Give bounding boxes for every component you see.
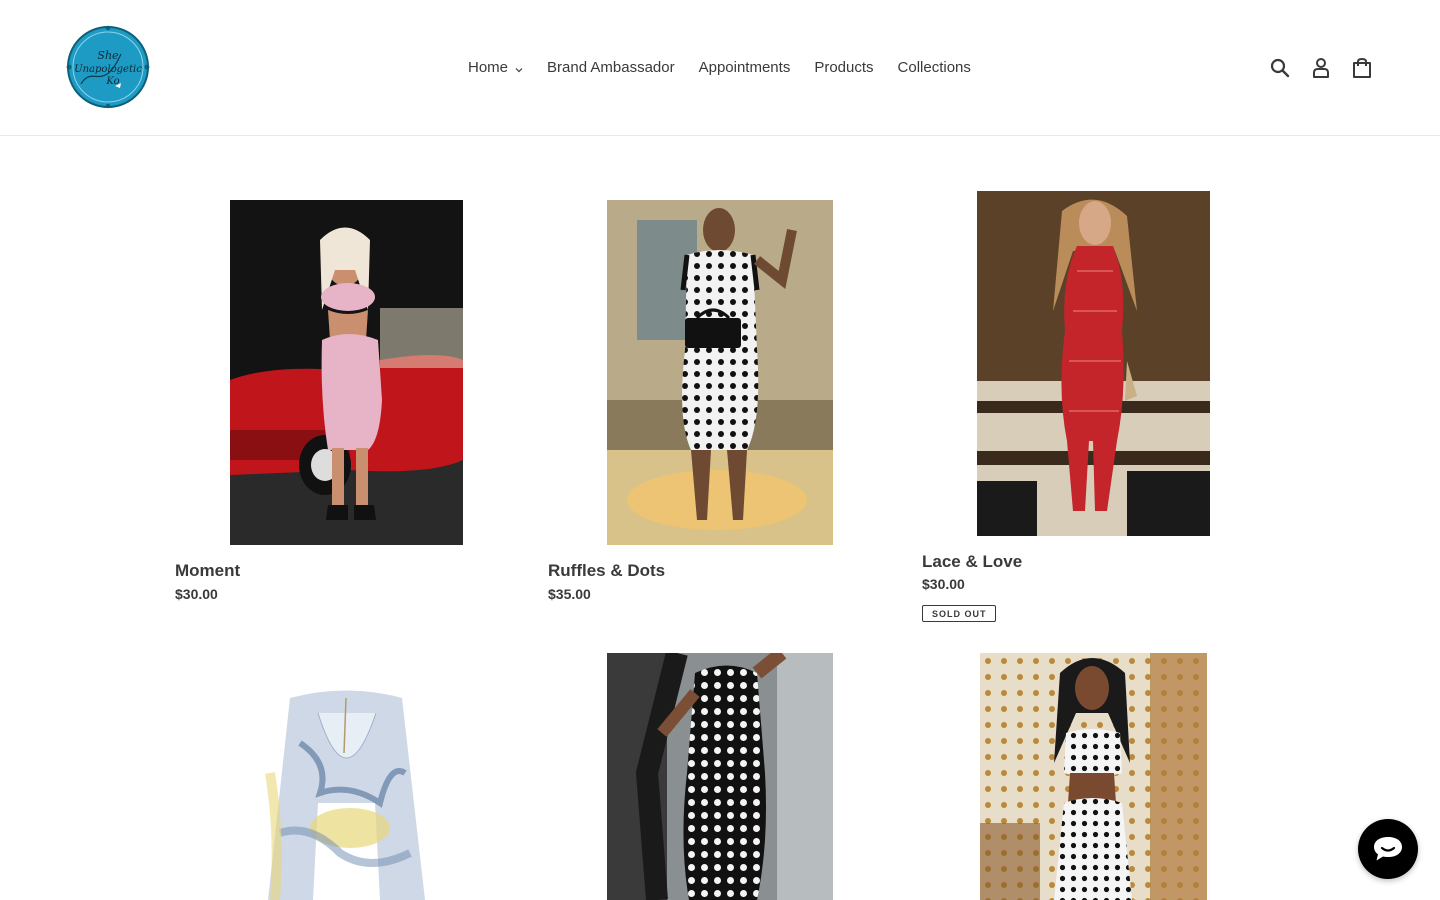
product-card-ruffles-dots[interactable]: Ruffles & Dots $35.00: [548, 200, 888, 610]
chat-button[interactable]: [1358, 819, 1418, 879]
nav-item-appointments[interactable]: Appointments: [687, 59, 803, 76]
sold-out-badge: SOLD OUT: [922, 605, 996, 622]
product-price: $35.00: [548, 586, 591, 602]
nav-item-products[interactable]: Products: [802, 59, 885, 76]
nav-item-home[interactable]: Home: [456, 58, 535, 77]
svg-text:Unapologetic: Unapologetic: [74, 64, 142, 75]
product-image[interactable]: [230, 653, 463, 900]
nav-item-label: Collections: [897, 58, 971, 76]
product-card-polka-jumpsuit[interactable]: [548, 653, 888, 900]
nav-item-collections[interactable]: Collections: [886, 59, 983, 76]
product-card-lace-love[interactable]: Lace & Love $30.00 SOLD OUT: [922, 191, 1262, 631]
main-nav: Home Brand Ambassador Appointments Produ…: [456, 56, 983, 78]
product-image[interactable]: [980, 653, 1207, 900]
product-price: $30.00: [175, 586, 218, 602]
chevron-down-icon: [515, 60, 523, 77]
product-title[interactable]: Ruffles & Dots: [548, 561, 665, 581]
product-price: $30.00: [922, 576, 965, 592]
svg-text:Ko: Ko: [105, 76, 119, 87]
product-image[interactable]: [607, 653, 833, 900]
product-image[interactable]: [607, 200, 833, 545]
logo-emblem: She Unapologetic Ko: [66, 25, 150, 109]
nav-item-label: Home: [468, 58, 509, 76]
nav-item-label: Brand Ambassador: [547, 58, 675, 76]
product-card-polka-set[interactable]: [922, 653, 1262, 900]
site-header: She Unapologetic Ko Home Brand Ambassado…: [0, 0, 1440, 136]
header-icons: [1266, 54, 1376, 82]
cart-icon[interactable]: [1348, 54, 1376, 82]
nav-item-brand-ambassador[interactable]: Brand Ambassador: [535, 59, 687, 76]
nav-item-label: Appointments: [698, 58, 791, 76]
product-image[interactable]: [230, 200, 463, 545]
store-logo[interactable]: She Unapologetic Ko: [63, 24, 153, 110]
nav-item-label: Products: [814, 58, 874, 76]
product-card-moment[interactable]: Moment $30.00: [175, 200, 515, 610]
svg-text:She: She: [97, 49, 119, 62]
search-icon[interactable]: [1266, 54, 1294, 82]
product-image[interactable]: [977, 191, 1210, 536]
chat-icon: [1374, 837, 1402, 861]
product-card-printed-dress[interactable]: [175, 653, 515, 900]
product-title[interactable]: Moment: [175, 561, 240, 581]
account-icon[interactable]: [1307, 54, 1335, 82]
product-title[interactable]: Lace & Love: [922, 552, 1022, 572]
